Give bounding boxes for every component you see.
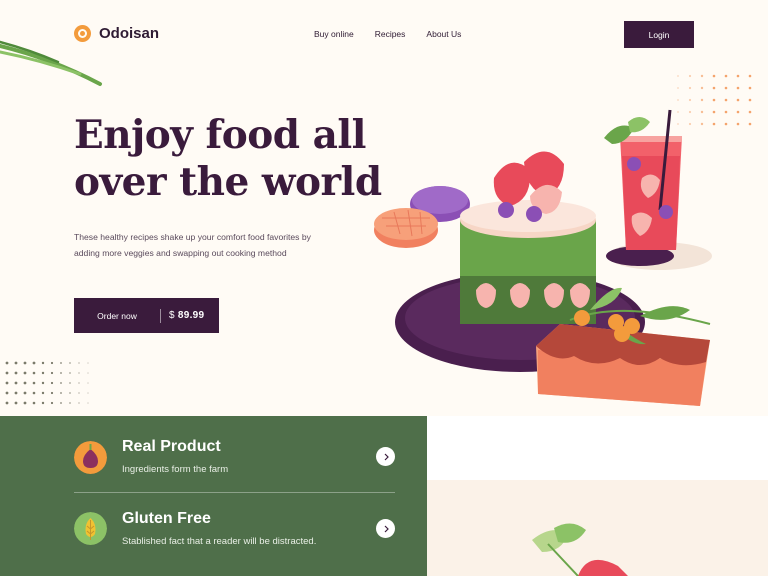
feature-real-product[interactable]: Real Product Ingredients form the farm [74, 438, 395, 510]
feature-title: Gluten Free [122, 510, 211, 527]
feature-arrow-button[interactable] [376, 519, 395, 538]
chevron-right-icon [384, 453, 389, 460]
brand-name: Odoisan [99, 25, 160, 42]
orange-ring-logo-icon [74, 25, 91, 42]
features-panel: Real Product Ingredients form the farm G… [0, 416, 427, 576]
feature-title: Real Product [122, 438, 221, 455]
wheat-icon [74, 512, 107, 545]
brand-logo[interactable]: Odoisan [74, 25, 159, 42]
order-price: $89.99 [161, 310, 204, 321]
feature-divider [74, 492, 395, 493]
nav-link-recipes[interactable]: Recipes [375, 29, 406, 39]
herb-tomato-illustration [532, 523, 628, 576]
order-now-label: Order now [97, 310, 137, 321]
order-now-button[interactable]: Order now $89.99 [74, 298, 219, 333]
chevron-right-icon [384, 525, 389, 532]
top-navigation: Odoisan Buy online Recipes About Us Logi… [0, 0, 768, 70]
hero-food-illustration [374, 109, 712, 406]
onion-icon [74, 441, 107, 474]
login-button[interactable]: Login [624, 21, 694, 48]
dot-pattern-left [5, 361, 89, 405]
feature-gluten-free[interactable]: Gluten Free Stablished fact that a reade… [74, 510, 395, 576]
nav-link-about-us[interactable]: About Us [426, 29, 461, 39]
price-currency: $ [169, 310, 175, 321]
hero-description: These healthy recipes shake up your comf… [74, 232, 311, 258]
main-menu: Buy online Recipes About Us [314, 29, 461, 39]
nav-link-buy-online[interactable]: Buy online [314, 29, 354, 39]
hero-title: Enjoy food all over the world [74, 112, 382, 205]
price-value: 89.99 [177, 310, 205, 321]
feature-subtitle: Ingredients form the farm [122, 464, 229, 475]
feature-subtitle: Stablished fact that a reader will be di… [122, 536, 317, 547]
feature-arrow-button[interactable] [376, 447, 395, 466]
